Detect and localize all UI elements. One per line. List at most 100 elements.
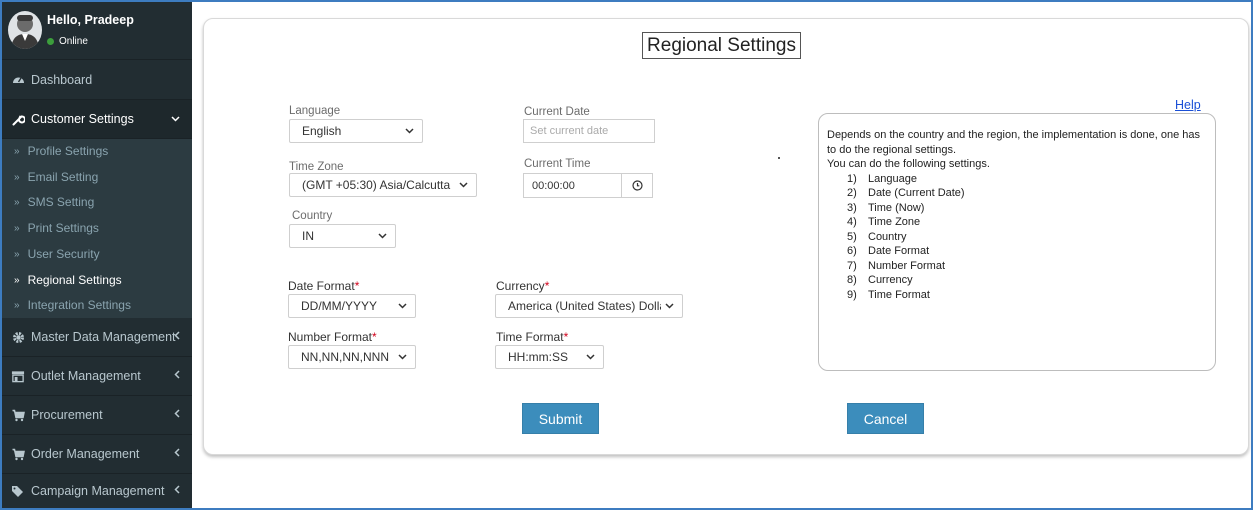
sidebar-subitem-integration-settings[interactable]: » Integration Settings bbox=[14, 298, 131, 312]
chevron-down-icon bbox=[378, 231, 387, 242]
sidebar-item-label: Dashboard bbox=[31, 72, 93, 87]
language-label: Language bbox=[289, 105, 341, 117]
list-item-number: 2) bbox=[847, 187, 857, 199]
double-chevron-right-icon: » bbox=[14, 299, 19, 311]
time-format-select[interactable]: HH:mm:SS bbox=[495, 345, 604, 369]
country-value: IN bbox=[302, 229, 314, 243]
gear-icon bbox=[11, 330, 25, 344]
currency-select[interactable]: America (United States) Dollar; bbox=[495, 294, 683, 318]
required-mark: * bbox=[372, 330, 377, 344]
store-icon bbox=[11, 369, 25, 383]
sidebar-item-campaign-management[interactable]: Campaign Management bbox=[2, 474, 192, 508]
time-zone-value: (GMT +05:30) Asia/Calcutta bbox=[302, 178, 451, 192]
sidebar-item-label: Procurement bbox=[31, 408, 103, 422]
currency-label-text: Currency bbox=[496, 279, 545, 293]
chevron-down-icon bbox=[171, 113, 180, 125]
sidebar-subitem-label: Print Settings bbox=[27, 221, 99, 235]
cancel-button[interactable]: Cancel bbox=[847, 403, 924, 434]
dashboard-icon bbox=[11, 73, 25, 87]
sidebar-item-master-data-management[interactable]: Master Data Management bbox=[2, 318, 192, 357]
chevron-down-icon bbox=[405, 126, 414, 137]
list-item-number: 5) bbox=[847, 230, 857, 243]
time-format-label: Time Format* bbox=[496, 330, 568, 344]
language-select[interactable]: English bbox=[289, 119, 423, 143]
current-time-input[interactable]: 00:00:00 bbox=[523, 173, 653, 198]
sidebar-subitem-profile-settings[interactable]: » Profile Settings bbox=[14, 144, 108, 158]
list-item-text: Currency bbox=[868, 274, 913, 286]
list-item: 7) Number Format bbox=[847, 259, 1207, 274]
chevron-down-icon bbox=[398, 301, 407, 312]
list-item-text: Number Format bbox=[868, 259, 946, 272]
date-format-label-text: Date Format bbox=[288, 279, 355, 293]
list-item: 5) Country bbox=[847, 230, 1207, 245]
sidebar-subitem-user-security[interactable]: » User Security bbox=[14, 247, 100, 261]
customer-settings-submenu: » Profile Settings » Email Setting » SMS… bbox=[2, 139, 192, 318]
list-item: 6) Date Format bbox=[847, 244, 1207, 259]
wrench-icon bbox=[11, 112, 25, 126]
required-mark: * bbox=[563, 330, 569, 344]
sidebar-item-outlet-management[interactable]: Outlet Management bbox=[2, 357, 192, 396]
list-item-number: 8) bbox=[847, 274, 857, 286]
list-item-text: Time Format bbox=[868, 288, 930, 301]
double-chevron-right-icon: » bbox=[14, 145, 19, 157]
required-mark: * bbox=[544, 279, 550, 293]
sidebar-item-dashboard[interactable]: Dashboard bbox=[2, 60, 192, 100]
list-item-number: 1) bbox=[847, 172, 857, 185]
double-chevron-right-icon: » bbox=[14, 196, 19, 208]
sidebar-subitem-label: Regional Settings bbox=[27, 273, 122, 287]
user-status-label: Online bbox=[59, 36, 88, 47]
sidebar-subitem-label: User Security bbox=[27, 247, 100, 261]
country-select[interactable]: IN bbox=[289, 224, 396, 248]
page-title: Regional Settings bbox=[642, 32, 801, 59]
list-item: 9) Time Format bbox=[847, 288, 1207, 303]
sidebar-subitem-print-settings[interactable]: » Print Settings bbox=[14, 221, 99, 235]
time-zone-select[interactable]: (GMT +05:30) Asia/Calcutta bbox=[289, 173, 477, 197]
submit-button[interactable]: Submit bbox=[522, 403, 599, 434]
tags-icon bbox=[11, 484, 25, 498]
chevron-down-icon bbox=[459, 180, 468, 191]
sidebar-item-label: Campaign Management bbox=[31, 484, 165, 498]
help-intro: Depends on the country and the region, t… bbox=[827, 129, 1201, 156]
list-item-text: Time Zone bbox=[868, 216, 921, 228]
list-item-number: 4) bbox=[847, 216, 857, 228]
online-dot-icon bbox=[47, 38, 54, 45]
currency-label: Currency* bbox=[496, 279, 549, 293]
help-panel: Depends on the country and the region, t… bbox=[818, 113, 1216, 371]
avatar bbox=[8, 11, 42, 49]
user-panel: Hello, Pradeep Online bbox=[2, 2, 192, 60]
list-item-number: 6) bbox=[847, 245, 857, 257]
chevron-left-icon bbox=[174, 331, 180, 343]
sidebar-subitem-sms-setting[interactable]: » SMS Setting bbox=[14, 195, 94, 209]
double-chevron-right-icon: » bbox=[14, 171, 19, 183]
cart-icon bbox=[11, 447, 25, 461]
help-link[interactable]: Help bbox=[1175, 98, 1201, 112]
list-item-number: 7) bbox=[847, 259, 857, 272]
list-item: 4) Time Zone bbox=[847, 215, 1207, 230]
clock-icon[interactable] bbox=[621, 174, 653, 197]
list-item: 2) Date (Current Date) bbox=[847, 186, 1207, 201]
sidebar-item-label: Master Data Management bbox=[31, 330, 176, 344]
sidebar-subitem-label: Email Setting bbox=[27, 170, 99, 184]
sidebar-subitem-label: Profile Settings bbox=[27, 144, 109, 158]
sidebar-item-customer-settings[interactable]: Customer Settings bbox=[2, 100, 192, 139]
double-chevron-right-icon: » bbox=[14, 248, 19, 260]
date-format-value: DD/MM/YYYY bbox=[301, 299, 378, 313]
list-item: 3) Time (Now) bbox=[847, 201, 1207, 216]
stray-dot bbox=[778, 157, 780, 159]
currency-value: America (United States) Dollar; bbox=[508, 299, 661, 313]
list-item-text: Time (Now) bbox=[868, 201, 925, 214]
help-list: 1) Language 2) Date (Current Date) 3) Time … bbox=[847, 172, 1207, 303]
sidebar-subitem-label: Integration Settings bbox=[27, 298, 131, 312]
list-item: 1) Language bbox=[847, 172, 1207, 187]
chevron-left-icon bbox=[174, 409, 180, 421]
language-value: English bbox=[302, 124, 342, 138]
sidebar: Hello, Pradeep Online Dashboard Customer… bbox=[2, 2, 192, 508]
date-format-select[interactable]: DD/MM/YYYY bbox=[288, 294, 416, 318]
current-date-input[interactable]: Set current date bbox=[523, 119, 655, 143]
number-format-select[interactable]: NN,NN,NN,NNN bbox=[288, 345, 416, 369]
sidebar-item-procurement[interactable]: Procurement bbox=[2, 396, 192, 435]
sidebar-item-label: Order Management bbox=[31, 447, 140, 461]
sidebar-subitem-email-setting[interactable]: » Email Setting bbox=[14, 170, 98, 184]
sidebar-item-order-management[interactable]: Order Management bbox=[2, 435, 192, 474]
sidebar-subitem-regional-settings[interactable]: » Regional Settings bbox=[14, 273, 122, 287]
